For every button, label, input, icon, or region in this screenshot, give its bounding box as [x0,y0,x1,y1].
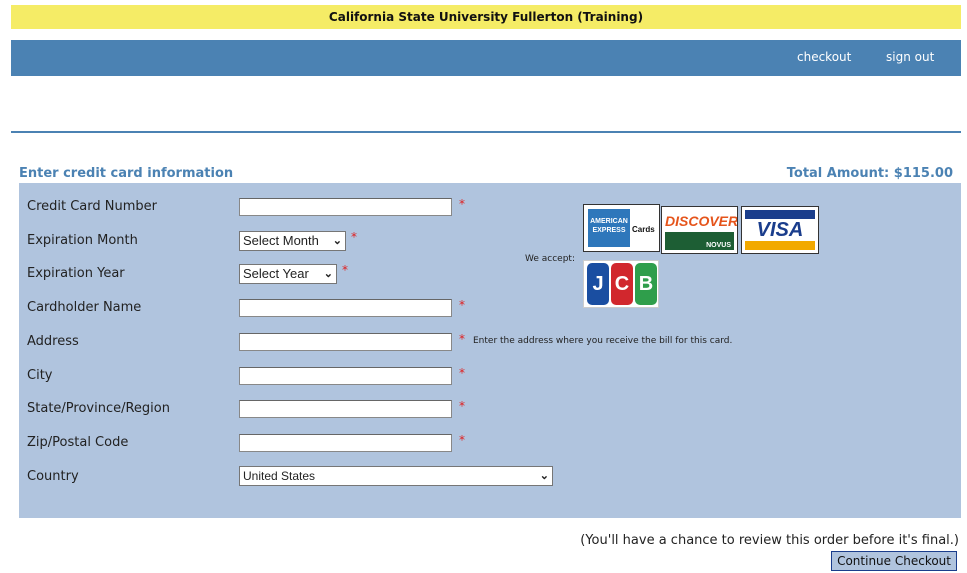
country-selected: United States [243,469,316,483]
card-number-input[interactable] [239,198,452,216]
required-marker: * [459,366,465,380]
exp-year-selected: Select Year [243,266,309,281]
card-number-label: Credit Card Number [27,199,157,214]
exp-year-label: Expiration Year [27,266,125,281]
required-marker: * [459,433,465,447]
visa-brand-text: VISA [756,219,804,241]
country-select[interactable]: United States ⌄ [239,466,553,486]
required-marker: * [459,332,465,346]
zip-label: Zip/Postal Code [27,435,129,450]
cardholder-name-label: Cardholder Name [27,300,142,315]
visa-bottom-stripe [745,241,815,250]
continue-checkout-button[interactable]: Continue Checkout [831,551,957,571]
zip-input[interactable] [239,434,452,452]
required-marker: * [351,230,357,244]
jcb-letter-j: J [587,263,609,305]
amex-brand-text: AMERICAN EXPRESS [588,209,630,247]
jcb-card-icon: J C B [583,260,659,308]
required-marker: * [342,263,348,277]
total-amount: Total Amount: $115.00 [786,166,953,181]
required-marker: * [459,399,465,413]
we-accept-label: We accept: [525,254,575,264]
institution-banner: California State University Fullerton (T… [11,5,961,29]
visa-card-icon: VISA [741,206,819,254]
nav-sign-out-link[interactable]: sign out [886,50,934,64]
address-hint: Enter the address where you receive the … [473,336,733,346]
chevron-down-icon: ⌄ [332,235,342,247]
chevron-down-icon: ⌄ [323,268,333,280]
cardholder-name-input[interactable] [239,299,452,317]
header-divider [11,131,961,133]
required-marker: * [459,197,465,211]
nav-checkout-link[interactable]: checkout [797,50,851,64]
address-input[interactable] [239,333,452,351]
top-nav-bar: checkout sign out [11,40,961,76]
required-marker: * [459,298,465,312]
discover-novus-text: NOVUS [665,232,734,250]
visa-top-stripe [745,210,815,219]
state-input[interactable] [239,400,452,418]
jcb-letter-c: C [611,263,633,305]
review-note: (You'll have a chance to review this ord… [580,533,959,548]
exp-year-select[interactable]: Select Year ⌄ [239,264,337,284]
jcb-letter-b: B [635,263,657,305]
city-input[interactable] [239,367,452,385]
city-label: City [27,368,53,383]
exp-month-select[interactable]: Select Month ⌄ [239,231,346,251]
section-title: Enter credit card information [19,166,234,181]
discover-card-icon: DISCOVER NOVUS [661,206,738,254]
chevron-down-icon: ⌄ [539,470,549,482]
address-label: Address [27,334,79,349]
credit-card-form: Credit Card Number * Expiration Month Se… [19,183,961,518]
amex-card-icon: AMERICAN EXPRESS Cards [583,204,660,252]
country-label: Country [27,469,79,484]
state-label: State/Province/Region [27,401,170,416]
discover-brand-text: DISCOVER [665,210,737,232]
amex-cards-text: Cards [632,225,655,234]
exp-month-label: Expiration Month [27,233,138,248]
exp-month-selected: Select Month [243,233,319,248]
